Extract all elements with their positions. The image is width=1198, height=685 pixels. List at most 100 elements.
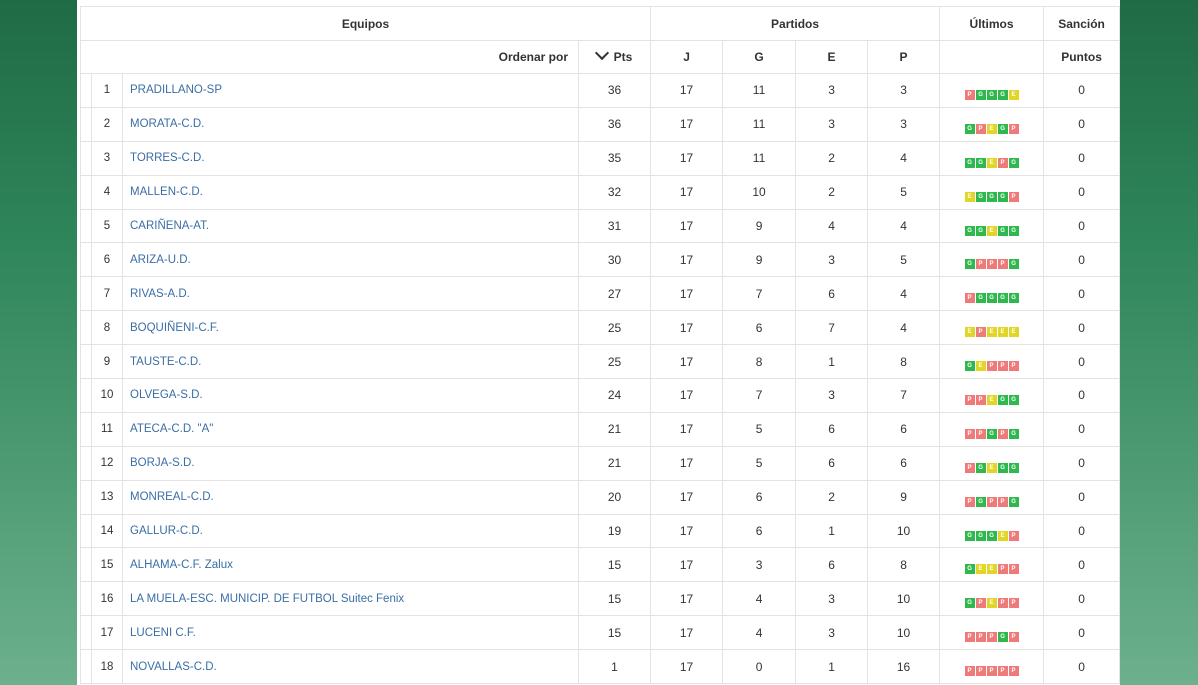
last-results-cell: GEPPP bbox=[939, 344, 1045, 380]
last-results-cell: GPEPP bbox=[939, 581, 1045, 617]
last-results-cell: GEEPP bbox=[939, 547, 1045, 583]
pts-cell: 20 bbox=[577, 479, 652, 515]
result-badge: G bbox=[975, 293, 986, 304]
table-row: 2 MORATA-C.D. 36 17 11 3 3 G P E G P 0 bbox=[80, 106, 1120, 142]
played-cell: 17 bbox=[650, 276, 724, 312]
team-link[interactable]: MORATA-C.D. bbox=[122, 106, 579, 142]
lost-cell: 4 bbox=[867, 208, 941, 244]
played-cell: 17 bbox=[650, 445, 724, 481]
position-cell: 17 bbox=[91, 615, 123, 651]
standings-panel: Equipos Partidos Últimos Sanción Ordenar… bbox=[77, 0, 1120, 685]
result-badge: P bbox=[1008, 632, 1019, 643]
result-badge: E bbox=[986, 598, 997, 609]
team-link[interactable]: ARIZA-U.D. bbox=[122, 242, 579, 278]
team-link[interactable]: TORRES-C.D. bbox=[122, 140, 579, 176]
sanction-cell: 0 bbox=[1043, 344, 1120, 380]
drawn-cell: 6 bbox=[795, 445, 869, 481]
pts-cell: 31 bbox=[577, 208, 652, 244]
team-link[interactable]: NOVALLAS-C.D. bbox=[122, 649, 579, 685]
lost-cell: 10 bbox=[867, 581, 941, 617]
result-badge: E bbox=[986, 564, 997, 575]
team-link[interactable]: MALLEN-C.D. bbox=[122, 174, 579, 210]
sanction-cell: 0 bbox=[1043, 547, 1120, 583]
table-row: 15 ALHAMA-C.F. Zalux 15 17 3 6 8 G E E P P 0 bbox=[80, 547, 1120, 583]
g-header: G bbox=[722, 40, 797, 74]
sanction-cell: 0 bbox=[1043, 615, 1120, 651]
table-row: 8 BOQUIÑENI-C.F. 25 17 6 7 4 E P E E E 0 bbox=[80, 310, 1120, 346]
last-results-cell: PGGGG bbox=[939, 276, 1045, 312]
result-badge: G bbox=[975, 89, 986, 100]
lost-cell: 8 bbox=[867, 547, 941, 583]
result-badge: P bbox=[975, 666, 986, 677]
sort-pts-button[interactable]: Pts bbox=[577, 40, 652, 74]
won-cell: 6 bbox=[722, 513, 797, 549]
team-link[interactable]: BOQUIÑENI-C.F. bbox=[122, 310, 579, 346]
pts-header-label: Pts bbox=[613, 50, 633, 64]
row-gutter bbox=[80, 411, 92, 447]
last-results-cell: EGGGP bbox=[939, 174, 1045, 210]
sanction-cell: 0 bbox=[1043, 411, 1120, 447]
table-row: 3 TORRES-C.D. 35 17 11 2 4 G G E P G 0 bbox=[80, 140, 1120, 176]
table-row: 17 LUCENI C.F. 15 17 4 3 10 P P P G P 0 bbox=[80, 615, 1120, 651]
ultimos-header: Últimos bbox=[939, 6, 1045, 41]
result-badge: G bbox=[964, 361, 975, 372]
won-cell: 9 bbox=[722, 208, 797, 244]
table-row: 9 TAUSTE-C.D. 25 17 8 1 8 G E P P P 0 bbox=[80, 344, 1120, 380]
drawn-cell: 6 bbox=[795, 411, 869, 447]
drawn-cell: 6 bbox=[795, 276, 869, 312]
result-badge: G bbox=[964, 157, 975, 168]
result-badge: E bbox=[975, 361, 986, 372]
last-results-cell: PPEGG bbox=[939, 378, 1045, 413]
won-cell: 5 bbox=[722, 445, 797, 481]
result-badge: G bbox=[975, 191, 986, 202]
won-cell: 11 bbox=[722, 73, 797, 108]
team-link[interactable]: OLVEGA-S.D. bbox=[122, 378, 579, 413]
sancion-header: Sanción bbox=[1043, 6, 1120, 41]
row-gutter bbox=[80, 581, 92, 617]
pts-cell: 36 bbox=[577, 106, 652, 142]
result-badge: G bbox=[964, 530, 975, 541]
team-link[interactable]: ALHAMA-C.F. Zalux bbox=[122, 547, 579, 583]
result-badge: P bbox=[964, 293, 975, 304]
pts-cell: 30 bbox=[577, 242, 652, 278]
drawn-cell: 1 bbox=[795, 344, 869, 380]
table-row: 12 BORJA-S.D. 21 17 5 6 6 P G E G G 0 bbox=[80, 445, 1120, 481]
result-badge: P bbox=[1008, 530, 1019, 541]
team-link[interactable]: GALLUR-C.D. bbox=[122, 513, 579, 549]
last-results-cell: PPGPG bbox=[939, 411, 1045, 447]
result-badge: P bbox=[964, 428, 975, 439]
result-badge: G bbox=[964, 564, 975, 575]
won-cell: 6 bbox=[722, 479, 797, 515]
pts-cell: 15 bbox=[577, 581, 652, 617]
played-cell: 17 bbox=[650, 513, 724, 549]
team-link[interactable]: RIVAS-A.D. bbox=[122, 276, 579, 312]
team-link[interactable]: PRADILLANO-SP bbox=[122, 73, 579, 108]
table-row: 16 LA MUELA-ESC. MUNICIP. DE FUTBOL Suite… bbox=[80, 581, 1120, 617]
table-row: 7 RIVAS-A.D. 27 17 7 6 4 P G G G G 0 bbox=[80, 276, 1120, 312]
result-badge: E bbox=[986, 225, 997, 236]
result-badge: P bbox=[975, 632, 986, 643]
result-badge: E bbox=[964, 327, 975, 338]
team-link[interactable]: BORJA-S.D. bbox=[122, 445, 579, 481]
result-badge: G bbox=[964, 598, 975, 609]
team-link[interactable]: CARIÑENA-AT. bbox=[122, 208, 579, 244]
played-cell: 17 bbox=[650, 649, 724, 685]
row-gutter bbox=[80, 106, 92, 142]
standings-table: Equipos Partidos Últimos Sanción Ordenar… bbox=[79, 6, 1120, 685]
equipos-header: Equipos bbox=[79, 6, 652, 41]
team-link[interactable]: ATECA-C.D. "A" bbox=[122, 411, 579, 447]
pts-cell: 25 bbox=[577, 344, 652, 380]
table-row: 18 NOVALLAS-C.D. 1 17 0 1 16 P P P P P 0 bbox=[80, 649, 1120, 685]
pts-cell: 15 bbox=[577, 547, 652, 583]
team-link[interactable]: MONREAL-C.D. bbox=[122, 479, 579, 515]
position-cell: 9 bbox=[91, 344, 123, 380]
won-cell: 11 bbox=[722, 140, 797, 176]
result-badge: G bbox=[975, 225, 986, 236]
team-link[interactable]: LUCENI C.F. bbox=[122, 615, 579, 651]
team-link[interactable]: LA MUELA-ESC. MUNICIP. DE FUTBOL Suitec … bbox=[122, 581, 579, 617]
last-results-cell: PGGGE bbox=[939, 73, 1045, 108]
result-badge: P bbox=[1008, 191, 1019, 202]
last-results-streak: PPEGG bbox=[964, 394, 1019, 405]
team-link[interactable]: TAUSTE-C.D. bbox=[122, 344, 579, 380]
position-cell: 6 bbox=[91, 242, 123, 278]
